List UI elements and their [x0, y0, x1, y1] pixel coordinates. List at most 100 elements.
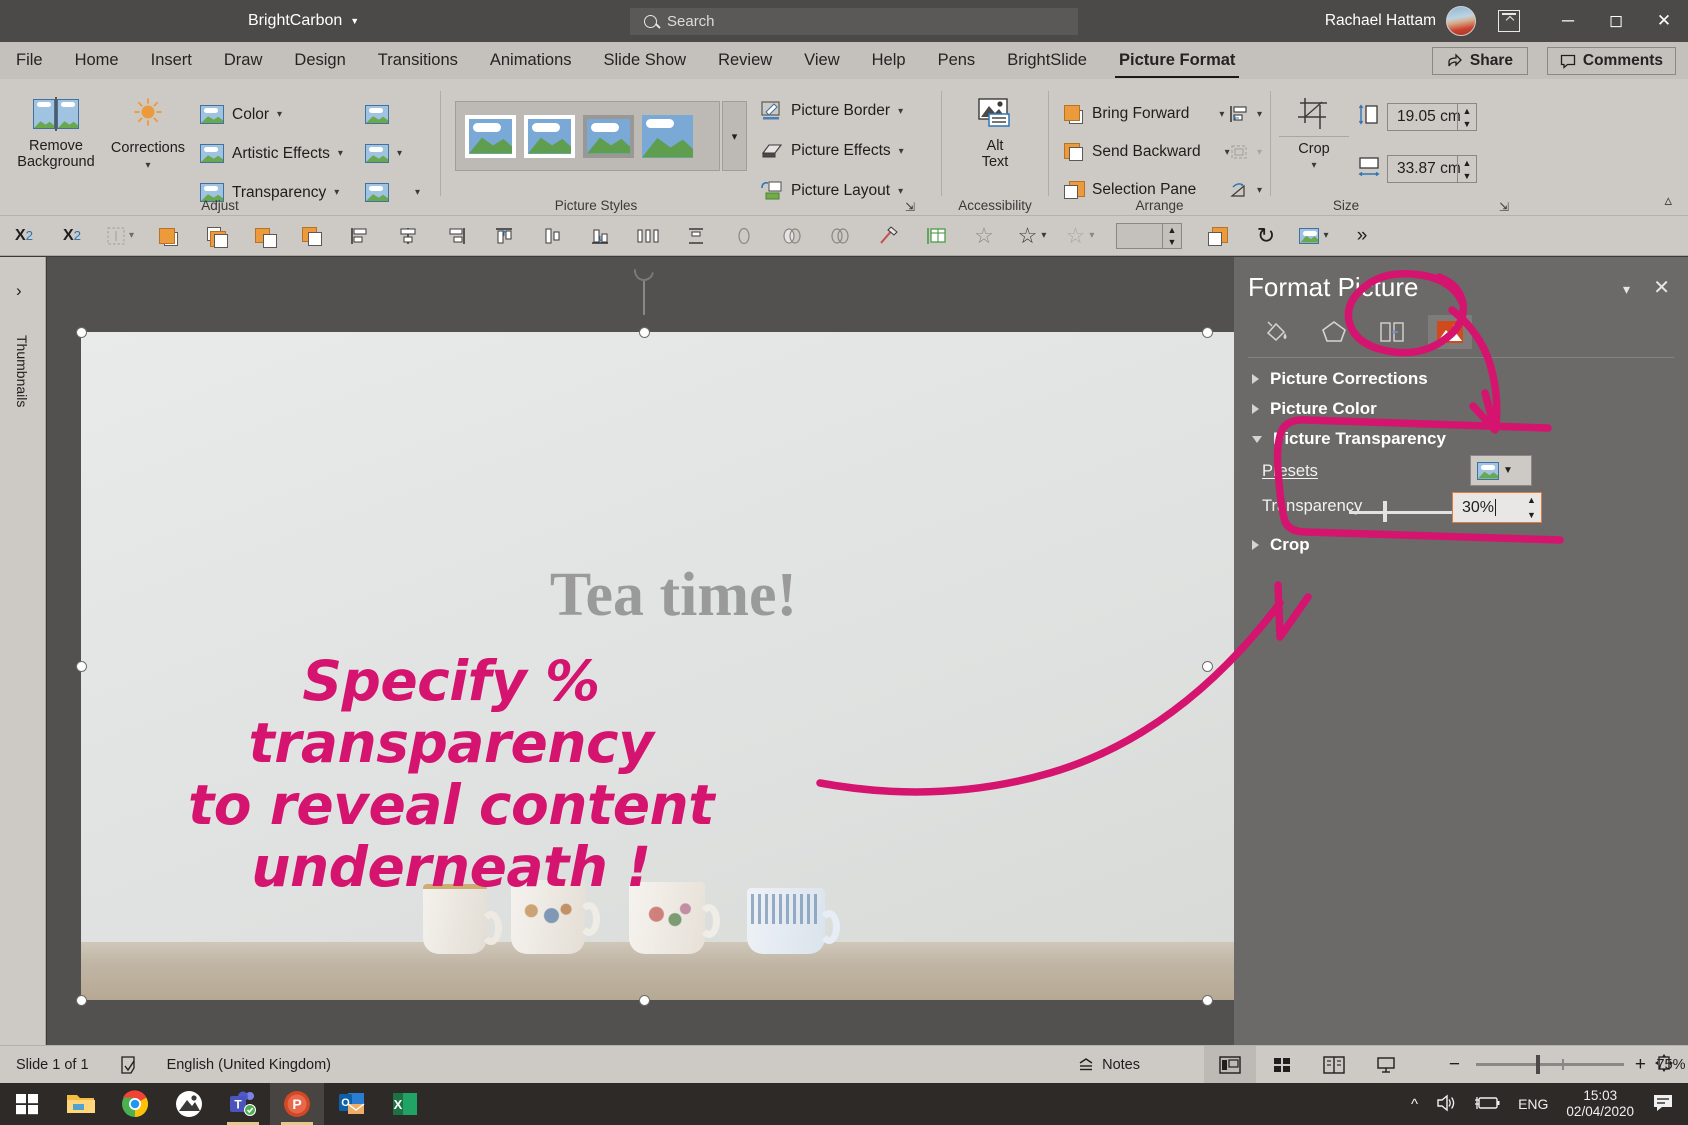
- document-name-menu[interactable]: BrightCarbon ▼: [248, 0, 359, 42]
- picture-tools-icon[interactable]: ▾: [1290, 216, 1338, 256]
- align-bottom-icon[interactable]: [576, 216, 624, 256]
- color-button[interactable]: Color ▾: [200, 105, 282, 124]
- corrections-button[interactable]: Corrections ▾: [104, 97, 192, 174]
- effects-icon[interactable]: [1312, 315, 1356, 349]
- selection-handle-bottom-left[interactable]: [76, 995, 87, 1006]
- task-pane-options-icon[interactable]: ▾: [1623, 281, 1630, 298]
- photos-icon[interactable]: [162, 1083, 216, 1125]
- slide-canvas[interactable]: Tea time!: [47, 257, 1234, 1045]
- chevron-down-icon[interactable]: ▾: [415, 187, 420, 198]
- compress-pictures-button[interactable]: [365, 105, 389, 124]
- chevron-down-icon[interactable]: ▾: [1219, 109, 1224, 120]
- minimize-button[interactable]: ─: [1544, 0, 1592, 42]
- reset-rotation-icon[interactable]: ↻: [1242, 216, 1290, 256]
- tab-file[interactable]: File: [0, 42, 59, 79]
- selection-handle-top-center[interactable]: [639, 327, 650, 338]
- excel-icon[interactable]: X: [378, 1083, 432, 1125]
- merge-shapes-combine-icon[interactable]: [768, 216, 816, 256]
- align-button[interactable]: ▾: [1229, 105, 1262, 123]
- merge-shapes-intersect-icon[interactable]: [816, 216, 864, 256]
- maximize-button[interactable]: ◻: [1592, 0, 1640, 42]
- chevron-up-icon[interactable]: ^: [1411, 1096, 1418, 1113]
- slide-sorter-view-icon[interactable]: [1256, 1046, 1308, 1084]
- bring-to-front-icon[interactable]: [144, 216, 192, 256]
- shape-width-spinner[interactable]: ▲▼: [1457, 156, 1476, 182]
- microsoft-teams-icon[interactable]: T: [216, 1083, 270, 1125]
- gallery-more-icon[interactable]: ▾: [722, 101, 747, 171]
- line-spacing-icon[interactable]: ▾: [96, 216, 144, 256]
- account-info[interactable]: Rachael Hattam: [1325, 0, 1476, 42]
- align-left-icon[interactable]: [336, 216, 384, 256]
- selection-handle-top-right[interactable]: [1202, 327, 1213, 338]
- tab-insert[interactable]: Insert: [135, 42, 208, 79]
- zoom-slider[interactable]: [1476, 1063, 1624, 1066]
- shape-height-spinner[interactable]: ▲▼: [1457, 104, 1476, 130]
- tab-review[interactable]: Review: [702, 42, 788, 79]
- send-backward-icon[interactable]: [288, 216, 336, 256]
- send-backward-button[interactable]: Send Backward ▾: [1064, 143, 1230, 161]
- superscript-icon[interactable]: X2: [48, 216, 96, 256]
- chevron-down-icon[interactable]: ▾: [104, 158, 192, 174]
- collapse-ribbon-icon[interactable]: ▵: [1664, 191, 1672, 209]
- search-box[interactable]: Search: [630, 8, 1078, 35]
- fit-slide-to-window-icon[interactable]: [1654, 1053, 1674, 1077]
- selection-handle-middle-right[interactable]: [1202, 661, 1213, 672]
- close-button[interactable]: ✕: [1640, 0, 1688, 42]
- shape-height-field[interactable]: 19.05 cm ▲▼: [1387, 103, 1477, 131]
- chevron-down-icon[interactable]: ▾: [898, 106, 903, 117]
- style-thumb-4[interactable]: [642, 115, 693, 158]
- chevron-down-icon[interactable]: ▾: [277, 109, 282, 120]
- slide-count[interactable]: Slide 1 of 1: [16, 1057, 89, 1073]
- normal-view-icon[interactable]: [1204, 1046, 1256, 1084]
- selection-pane-button[interactable]: Selection Pane: [1064, 181, 1196, 199]
- tab-draw[interactable]: Draw: [208, 42, 279, 79]
- tab-help[interactable]: Help: [856, 42, 922, 79]
- language-label[interactable]: English (United Kingdom): [167, 1057, 331, 1073]
- bring-forward-icon[interactable]: [192, 216, 240, 256]
- chevron-down-icon[interactable]: ▾: [1257, 109, 1262, 120]
- shape-width-field[interactable]: 33.87 cm ▲▼: [1387, 155, 1477, 183]
- rotate-objects-button[interactable]: ▾: [1229, 181, 1262, 199]
- tab-home[interactable]: Home: [59, 42, 135, 79]
- picture-styles-dialog-launcher[interactable]: ⇲: [905, 200, 915, 214]
- artistic-effects-button[interactable]: Artistic Effects ▾: [200, 144, 343, 163]
- tab-brightslide[interactable]: BrightSlide: [991, 42, 1103, 79]
- section-picture-corrections[interactable]: Picture Corrections: [1252, 369, 1428, 389]
- distribute-vertically-icon[interactable]: [672, 216, 720, 256]
- fill-and-line-icon[interactable]: [1254, 315, 1298, 349]
- chevron-down-icon[interactable]: ▾: [334, 187, 339, 198]
- chevron-down-icon[interactable]: ▼: [350, 16, 359, 26]
- zoom-out-button[interactable]: −: [1449, 1054, 1460, 1076]
- manage-favourites-icon[interactable]: ☆▾: [1056, 216, 1104, 256]
- chevron-down-icon[interactable]: ▾: [898, 186, 903, 197]
- selection-handle-bottom-right[interactable]: [1202, 995, 1213, 1006]
- presets-dropdown[interactable]: ▼: [1470, 455, 1532, 486]
- bring-forward-button[interactable]: Bring Forward ▾: [1064, 105, 1224, 123]
- selection-handle-middle-left[interactable]: [76, 661, 87, 672]
- selection-handle-top-left[interactable]: [76, 327, 87, 338]
- tab-pens[interactable]: Pens: [922, 42, 992, 79]
- swap-shapes-icon[interactable]: [1194, 216, 1242, 256]
- avatar[interactable]: [1446, 6, 1476, 36]
- transparency-spinner[interactable]: ▲▼: [1522, 493, 1541, 522]
- add-favourite-icon[interactable]: ☆▾: [1008, 216, 1056, 256]
- start-button-icon[interactable]: [0, 1083, 54, 1125]
- section-picture-color[interactable]: Picture Color: [1252, 399, 1377, 419]
- tab-picture-format[interactable]: Picture Format: [1103, 42, 1251, 79]
- share-button[interactable]: Share: [1432, 47, 1528, 75]
- slider-knob[interactable]: [1383, 501, 1387, 522]
- size-and-properties-icon[interactable]: [1370, 315, 1414, 349]
- change-picture-button[interactable]: ▾: [365, 144, 402, 163]
- picture-layout-button[interactable]: Picture Layout ▾: [761, 181, 903, 201]
- style-thumb-1[interactable]: [465, 115, 516, 158]
- style-preview-box[interactable]: ▲▼: [1104, 216, 1194, 256]
- picture-object[interactable]: Tea time!: [81, 332, 1266, 1000]
- file-explorer-icon[interactable]: [54, 1083, 108, 1125]
- ribbon-display-options-icon[interactable]: [1498, 10, 1520, 32]
- group-objects-button[interactable]: ▾: [1229, 143, 1262, 161]
- close-icon[interactable]: ✕: [1653, 275, 1670, 300]
- merge-shapes-union-icon[interactable]: [720, 216, 768, 256]
- crop-button[interactable]: Crop ▾: [1279, 97, 1349, 174]
- chevron-down-icon[interactable]: ▾: [1257, 185, 1262, 196]
- align-top-icon[interactable]: [480, 216, 528, 256]
